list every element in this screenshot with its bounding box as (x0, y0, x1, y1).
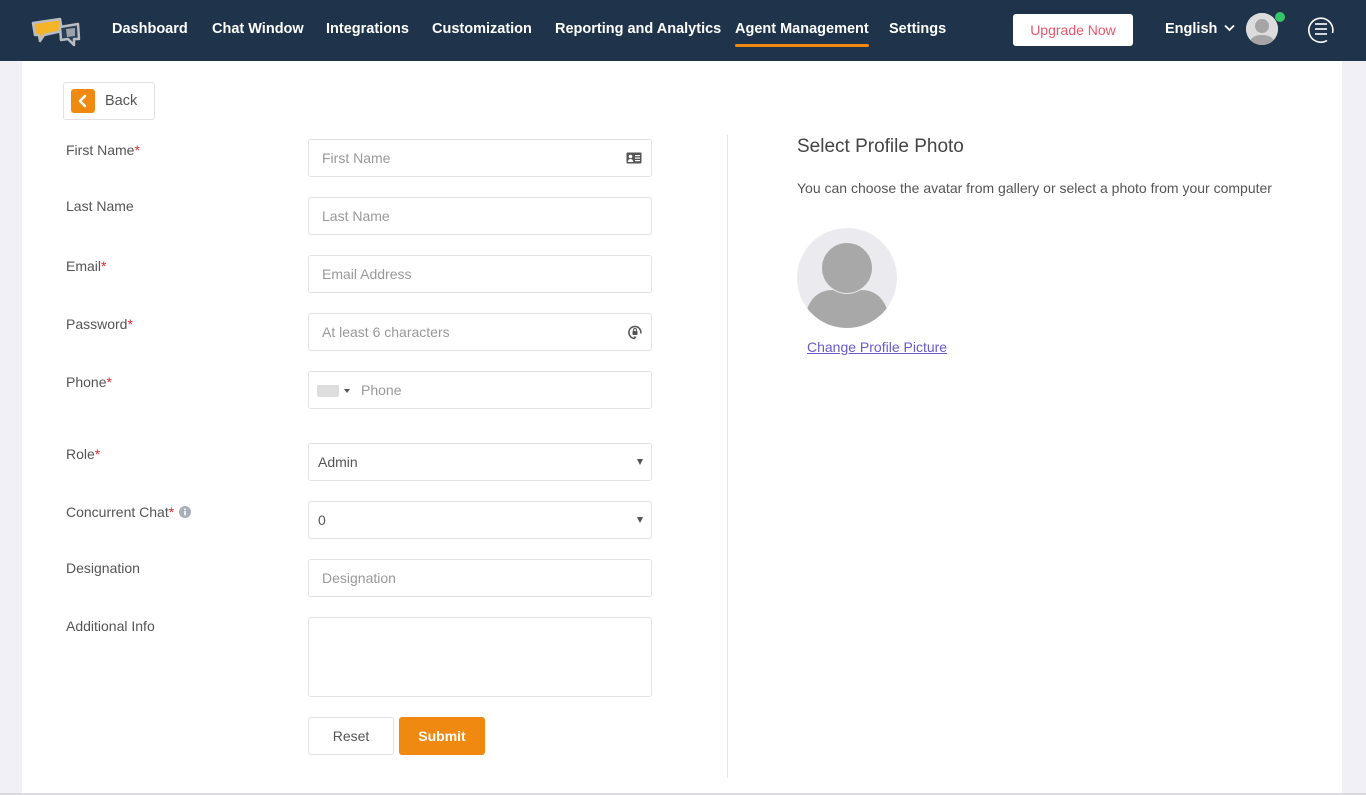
phone-field (308, 371, 652, 409)
submit-button[interactable]: Submit (399, 717, 485, 755)
chevron-down-icon (1224, 25, 1236, 32)
logo-icon[interactable] (30, 15, 82, 47)
nav-label: Integrations (326, 21, 409, 37)
concurrent-chat-select[interactable]: 0 (308, 501, 652, 539)
chevron-left-icon (71, 89, 95, 113)
profile-picture[interactable] (797, 228, 897, 328)
nav-label: Settings (889, 21, 947, 37)
profile-photo-heading: Select Profile Photo (797, 136, 964, 157)
nav-dashboard[interactable]: Dashboard (112, 0, 188, 61)
first-name-label: First Name* (66, 142, 140, 158)
nav-agent-management[interactable]: Agent Management (735, 0, 869, 61)
required-asterisk: * (94, 446, 101, 462)
required-asterisk: * (127, 316, 133, 332)
nav-label: Agent Management (735, 21, 869, 37)
additional-info-field (308, 617, 652, 697)
online-status-indicator (1275, 12, 1285, 22)
nav-label: Chat Window (212, 21, 304, 37)
password-field (308, 313, 652, 351)
additional-info-label: Additional Info (66, 618, 155, 634)
info-icon[interactable] (179, 505, 192, 518)
required-asterisk: * (134, 142, 140, 158)
designation-label: Designation (66, 560, 140, 576)
required-asterisk: * (168, 504, 175, 520)
designation-field (308, 559, 652, 597)
role-selected-value: Admin (318, 454, 358, 470)
password-generate-icon[interactable] (628, 325, 642, 340)
role-label: Role* (66, 446, 101, 462)
nav-label: Reporting and Analytics (555, 21, 722, 37)
back-button[interactable]: Back (63, 82, 155, 120)
user-avatar[interactable] (1246, 13, 1278, 45)
top-navigation-bar: Dashboard Chat Window Integrations Custo… (0, 0, 1366, 61)
last-name-label: Last Name (66, 198, 134, 214)
scrollbar-track[interactable] (1342, 61, 1366, 793)
nav-integrations[interactable]: Integrations (326, 0, 409, 61)
phone-input[interactable] (309, 372, 651, 408)
nav-label: Dashboard (112, 21, 188, 37)
back-label: Back (105, 93, 138, 109)
profile-photo-description: You can choose the avatar from gallery o… (797, 180, 1272, 196)
email-input[interactable] (309, 256, 651, 292)
country-flag-icon[interactable] (317, 385, 339, 397)
content-card (22, 61, 1342, 793)
password-input[interactable] (309, 314, 651, 350)
additional-info-textarea[interactable] (309, 618, 651, 696)
last-name-field (308, 197, 652, 235)
upgrade-now-button[interactable]: Upgrade Now (1013, 14, 1133, 46)
email-field (308, 255, 652, 293)
caret-down-icon[interactable] (344, 389, 350, 393)
nav-chat-window[interactable]: Chat Window (212, 0, 304, 61)
column-divider (727, 135, 728, 778)
caret-down-icon (637, 517, 643, 523)
concurrent-chat-selected-value: 0 (318, 512, 326, 528)
phone-label: Phone* (66, 374, 112, 390)
designation-input[interactable] (309, 560, 651, 596)
active-tab-indicator (735, 44, 869, 47)
nav-reporting-analytics[interactable]: Reporting and Analytics (555, 0, 721, 61)
user-silhouette-icon (1246, 13, 1278, 45)
role-select[interactable]: Admin (308, 443, 652, 481)
last-name-input[interactable] (309, 198, 651, 234)
nav-customization[interactable]: Customization (432, 0, 532, 61)
reset-button[interactable]: Reset (308, 717, 394, 755)
first-name-field (308, 139, 652, 177)
caret-down-icon (637, 459, 643, 465)
email-label: Email* (66, 258, 107, 274)
contact-card-icon (626, 152, 642, 164)
nav-settings[interactable]: Settings (889, 0, 946, 61)
hamburger-menu-icon[interactable] (1307, 15, 1335, 43)
change-profile-picture-link[interactable]: Change Profile Picture (807, 339, 947, 355)
language-selector[interactable]: English (1165, 0, 1236, 61)
language-label: English (1165, 21, 1218, 37)
required-asterisk: * (106, 374, 112, 390)
first-name-input[interactable] (309, 140, 651, 176)
concurrent-chat-label: Concurrent Chat* (66, 504, 192, 520)
user-silhouette-icon (805, 243, 889, 328)
nav-label: Customization (432, 21, 532, 37)
required-asterisk: * (101, 258, 107, 274)
password-label: Password* (66, 316, 133, 332)
